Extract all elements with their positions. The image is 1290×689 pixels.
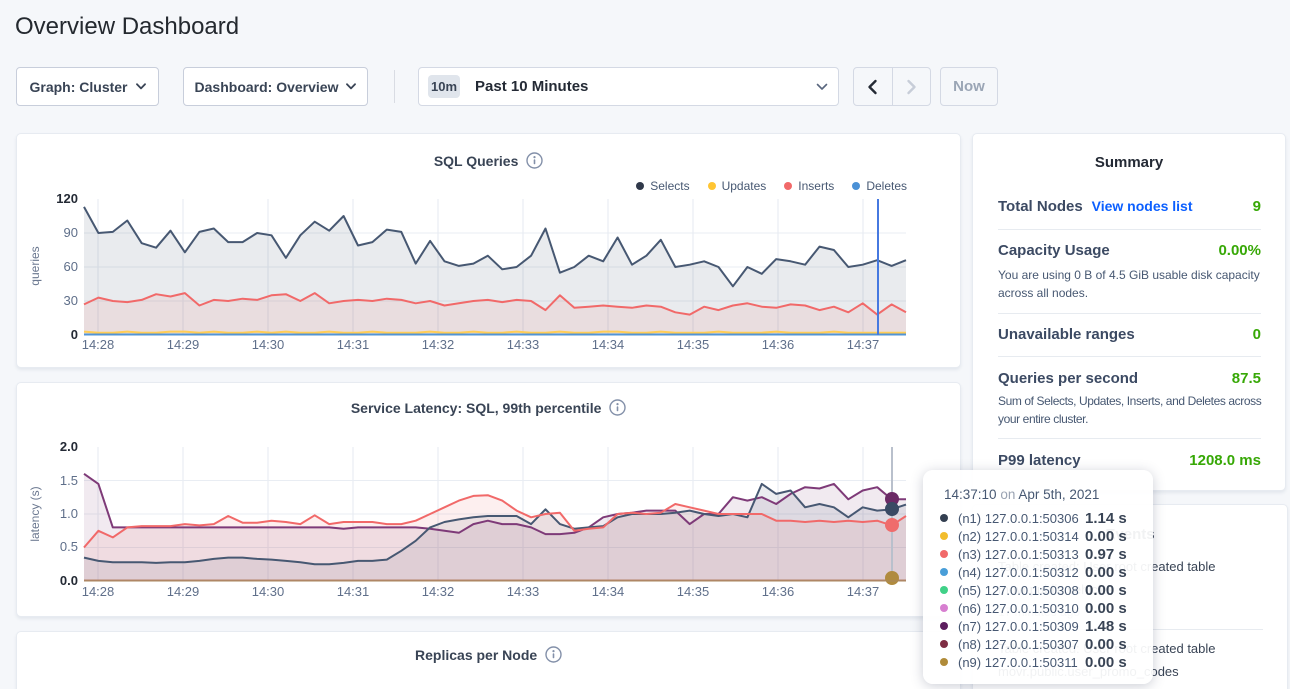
svg-text:14:31: 14:31 bbox=[337, 584, 370, 599]
svg-text:14:32: 14:32 bbox=[422, 584, 455, 599]
svg-text:14:36: 14:36 bbox=[762, 337, 795, 352]
svg-text:14:33: 14:33 bbox=[507, 584, 540, 599]
svg-text:14:37: 14:37 bbox=[847, 584, 880, 599]
svg-text:14:37: 14:37 bbox=[847, 337, 880, 352]
svg-text:30: 30 bbox=[64, 293, 78, 308]
svg-text:120: 120 bbox=[56, 191, 78, 206]
svg-text:14:33: 14:33 bbox=[507, 337, 540, 352]
svg-text:14:32: 14:32 bbox=[422, 337, 455, 352]
svg-text:14:29: 14:29 bbox=[167, 337, 200, 352]
svg-text:latency (s): latency (s) bbox=[28, 486, 42, 541]
svg-text:90: 90 bbox=[64, 225, 78, 240]
svg-text:14:30: 14:30 bbox=[252, 337, 285, 352]
svg-text:0: 0 bbox=[71, 327, 78, 342]
svg-text:1.0: 1.0 bbox=[60, 506, 78, 521]
svg-text:0.5: 0.5 bbox=[60, 539, 78, 554]
svg-text:14:34: 14:34 bbox=[592, 337, 625, 352]
svg-text:14:29: 14:29 bbox=[167, 584, 200, 599]
svg-text:queries: queries bbox=[28, 246, 42, 285]
svg-text:0.0: 0.0 bbox=[60, 573, 78, 588]
svg-text:14:30: 14:30 bbox=[252, 584, 285, 599]
svg-text:14:36: 14:36 bbox=[762, 584, 795, 599]
svg-text:60: 60 bbox=[64, 259, 78, 274]
svg-text:14:35: 14:35 bbox=[677, 584, 710, 599]
svg-text:14:28: 14:28 bbox=[82, 584, 115, 599]
svg-text:14:35: 14:35 bbox=[677, 337, 710, 352]
svg-text:14:31: 14:31 bbox=[337, 337, 370, 352]
svg-text:14:34: 14:34 bbox=[592, 584, 625, 599]
svg-text:1.5: 1.5 bbox=[60, 473, 78, 488]
svg-text:2.0: 2.0 bbox=[60, 439, 78, 454]
svg-text:14:28: 14:28 bbox=[82, 337, 115, 352]
